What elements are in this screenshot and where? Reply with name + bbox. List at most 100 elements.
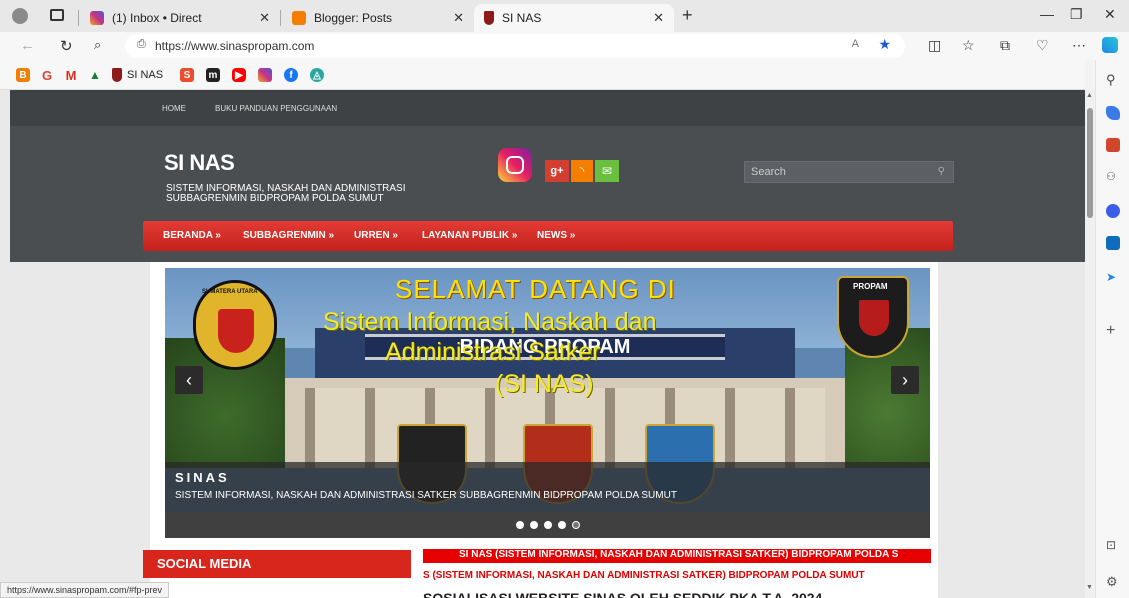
news-ticker-secondary[interactable]: S (SISTEM INFORMASI, NASKAH DAN ADMINIST… (423, 570, 931, 584)
propam-shield-icon (484, 11, 494, 25)
collections-icon[interactable]: ⧉ (1000, 37, 1010, 54)
instagram-bookmark-icon[interactable] (258, 68, 272, 82)
post-title[interactable]: SOSIALISASI WEBSITE SINAS OLEH SEDDIK PK… (423, 590, 931, 598)
slider-pagination (165, 512, 930, 538)
close-icon[interactable]: ✕ (259, 10, 270, 26)
menu-item-subbagrenmin[interactable]: SUBBAGRENMIN » (243, 230, 334, 241)
propam-badge: PROPAM (837, 276, 909, 358)
menu-item-urren[interactable]: URREN » (354, 230, 398, 241)
blogger-bookmark-icon[interactable]: B (16, 68, 30, 82)
sumut-emblem (218, 309, 254, 353)
rss-icon[interactable]: ◝ (571, 160, 593, 182)
banner-line-2: Sistem Informasi, Naskah dan (323, 308, 657, 336)
refresh-icon[interactable]: ↻ (60, 37, 73, 55)
people-icon[interactable]: ⚇ (1106, 170, 1120, 184)
slider-dot-5[interactable] (571, 521, 580, 529)
tab-label: Blogger: Posts (314, 11, 393, 25)
sumut-badge: SUMATERA UTARA (193, 280, 277, 370)
google-plus-icon[interactable]: g+ (545, 160, 569, 182)
site-title[interactable]: SI NAS (164, 150, 235, 176)
top-navigation: HOME BUKU PANDUAN PENGGUNAAN (10, 90, 1085, 126)
google-bookmark-icon[interactable]: G (40, 68, 54, 83)
sinas-bookmark-label[interactable]: SI NAS (127, 69, 163, 81)
slider-dot-1[interactable] (515, 521, 524, 529)
send-icon[interactable]: ➤ (1106, 270, 1120, 284)
profile-icon[interactable] (12, 8, 28, 24)
sinas-bookmark-icon[interactable] (112, 68, 122, 82)
browser-essentials-icon[interactable]: ♡ (1036, 37, 1049, 54)
new-tab-button[interactable]: + (682, 5, 693, 26)
nav-home-link[interactable]: HOME (162, 104, 186, 113)
tab-sinas[interactable]: SI NAS ✕ (474, 4, 674, 32)
m-bookmark-icon[interactable]: m (206, 68, 220, 82)
slider-caption-title: SINAS (175, 470, 230, 485)
more-icon[interactable]: ⋯ (1072, 37, 1086, 54)
menu-item-layanan-publik[interactable]: LAYANAN PUBLIK » (422, 230, 517, 241)
slider-prev-button[interactable]: ‹ (175, 366, 203, 394)
scroll-down-icon[interactable]: ▼ (1086, 584, 1093, 591)
lock-icon: ⎙ (137, 38, 146, 50)
slider-dot-3[interactable] (543, 521, 552, 529)
cloud-bookmark-icon[interactable]: ◬ (310, 68, 324, 82)
tab-strip: (1) Inbox • Direct ✕ Blogger: Posts ✕ SI… (0, 0, 1129, 32)
add-sidebar-icon[interactable]: + (1106, 322, 1120, 339)
minimize-icon[interactable]: — (1040, 6, 1054, 22)
banner-line-3: Administrasi Satker (385, 338, 601, 366)
outlook-icon[interactable] (1106, 236, 1120, 250)
tab-label: SI NAS (502, 11, 542, 25)
instagram-icon (90, 11, 104, 25)
tag-icon[interactable] (1106, 106, 1120, 120)
slider-dot-2[interactable] (529, 521, 538, 529)
favorites-icon[interactable]: ☆ (962, 37, 975, 54)
slider-caption-subtitle: SISTEM INFORMASI, NASKAH DAN ADMINISTRAS… (175, 490, 677, 501)
favorite-star-icon[interactable]: ★ (878, 36, 891, 53)
nav-guide-link[interactable]: BUKU PANDUAN PENGGUNAAN (215, 104, 337, 113)
split-screen-icon[interactable]: ◫ (928, 37, 941, 54)
toolbox-icon[interactable] (1106, 138, 1120, 152)
tab-label: (1) Inbox • Direct (112, 11, 202, 25)
slider-dot-4[interactable] (557, 521, 566, 529)
tab-instagram[interactable]: (1) Inbox • Direct ✕ (80, 4, 280, 32)
address-bar[interactable]: ⎙ https://www.sinaspropam.com A ★ (125, 34, 905, 58)
slider-next-button[interactable]: › (891, 366, 919, 394)
blogger-icon (292, 11, 306, 25)
email-icon[interactable]: ✉ (595, 160, 619, 182)
propam-badge-label: PROPAM (853, 282, 888, 291)
social-media-widget-title: SOCIAL MEDIA (143, 550, 411, 578)
menu-item-beranda[interactable]: BERANDA » (163, 230, 221, 241)
web-page: HOME BUKU PANDUAN PENGGUNAAN SI NAS SIST… (0, 90, 1085, 598)
drive-bookmark-icon[interactable]: ▲ (88, 68, 102, 82)
instagram-icon[interactable] (498, 148, 532, 182)
browser-window: (1) Inbox • Direct ✕ Blogger: Posts ✕ SI… (0, 0, 1129, 598)
main-menu: BERANDA » SUBBAGRENMIN » URREN » LAYANAN… (143, 221, 953, 251)
shopee-bookmark-icon[interactable]: S (180, 68, 194, 82)
page-scrollbar[interactable]: ▲ ▼ (1085, 90, 1095, 598)
close-window-icon[interactable]: ✕ (1104, 6, 1116, 23)
search-placeholder: Search (751, 166, 786, 178)
menu-item-news[interactable]: NEWS » (537, 230, 575, 241)
youtube-bookmark-icon[interactable]: ▶ (232, 68, 246, 82)
search-input[interactable]: Search ⚲ (744, 161, 954, 183)
gmail-bookmark-icon[interactable]: M (64, 68, 78, 83)
scroll-up-icon[interactable]: ▲ (1086, 92, 1093, 99)
news-ticker-primary[interactable]: SI NAS (SISTEM INFORMASI, NASKAH DAN ADM… (423, 549, 931, 563)
facebook-bookmark-icon[interactable]: f (284, 68, 298, 82)
back-icon[interactable]: ← (20, 37, 35, 54)
scrollbar-thumb[interactable] (1087, 108, 1093, 218)
restore-icon[interactable]: ❐ (1070, 6, 1083, 23)
search-sidebar-icon[interactable]: ⚲ (1106, 72, 1120, 87)
close-icon[interactable]: ✕ (453, 10, 464, 26)
office-icon[interactable] (1106, 204, 1120, 218)
search-icon[interactable]: ⌕ (94, 37, 101, 53)
read-aloud-icon[interactable]: A (852, 38, 859, 50)
bookmarks-bar: B G M ▲ SI NAS S m ▶ f ◬ (0, 60, 1085, 90)
copilot-icon[interactable] (1102, 37, 1118, 53)
close-icon[interactable]: ✕ (653, 10, 664, 26)
search-icon[interactable]: ⚲ (938, 166, 945, 177)
banner-line-4: (SI NAS) (495, 370, 594, 398)
settings-gear-icon[interactable]: ⚙ (1106, 574, 1120, 589)
screenshot-icon[interactable]: ⊡ (1106, 538, 1120, 552)
tab-actions-icon[interactable] (50, 9, 64, 21)
slider-caption: SINAS SISTEM INFORMASI, NASKAH DAN ADMIN… (165, 462, 930, 512)
tab-blogger[interactable]: Blogger: Posts ✕ (282, 4, 474, 32)
